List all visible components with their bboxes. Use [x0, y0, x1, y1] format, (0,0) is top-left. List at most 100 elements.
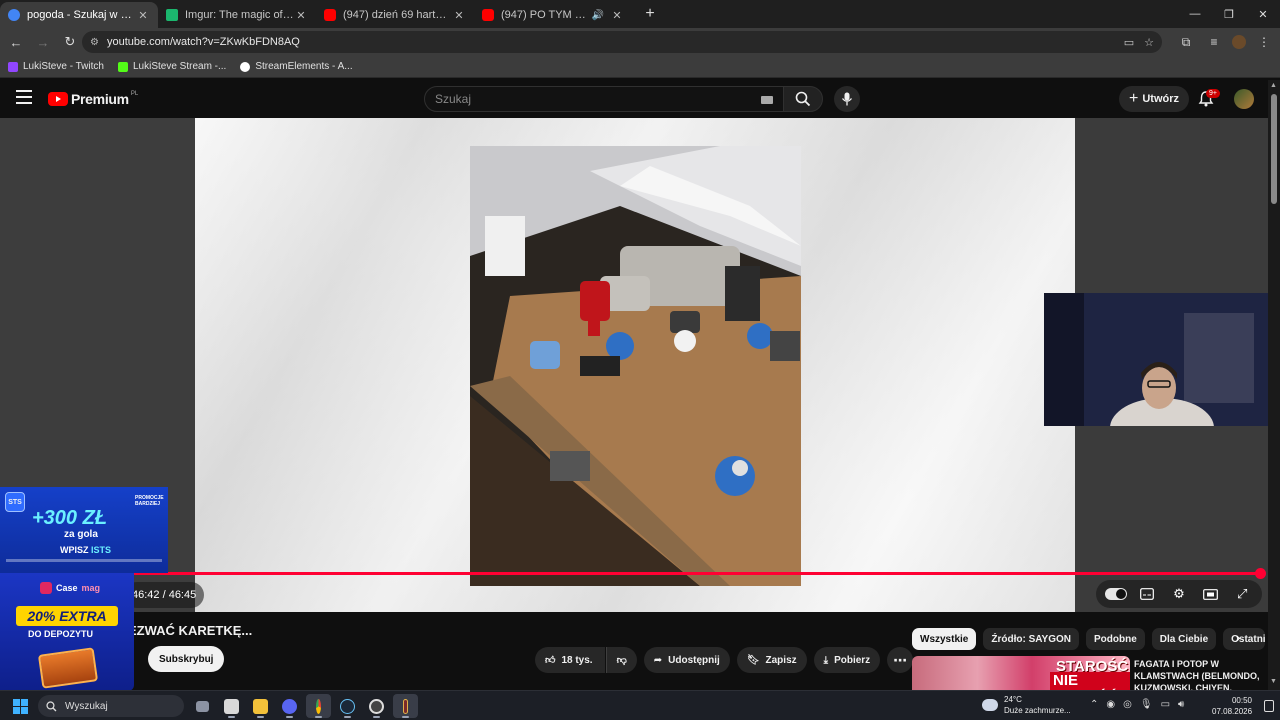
close-tab-icon[interactable]: ✕: [136, 9, 150, 22]
chip-all[interactable]: Wszystkie: [912, 628, 977, 650]
thumbs-up-icon: 👍︎: [545, 655, 556, 666]
video-player[interactable]: 46:42 / 46:45 ⚙ ⤢: [0, 118, 1280, 612]
hamburger-menu-icon[interactable]: [16, 90, 32, 104]
share-label: Udostępnij: [668, 654, 720, 666]
discord-icon[interactable]: [277, 694, 302, 718]
chip-recent[interactable]: Ostatni: [1223, 628, 1266, 650]
address-bar[interactable]: ⚙ youtube.com/watch?v=ZKwKbFDN8AQ ▭ ☆: [82, 31, 1162, 53]
volume-icon[interactable]: 🔊︎: [1178, 699, 1184, 710]
chip-for-you[interactable]: Dla Ciebie: [1151, 628, 1217, 650]
profile-avatar[interactable]: [1232, 35, 1246, 49]
twitch-icon: [8, 61, 18, 72]
dislike-button[interactable]: 👎︎: [605, 647, 637, 673]
weather-widget[interactable]: 24°C Duże zachmurze...: [982, 694, 1071, 716]
imgur-icon: [166, 9, 178, 21]
streamelements-icon: [240, 61, 251, 72]
search-placeholder: Szukaj: [435, 92, 472, 106]
like-button[interactable]: 👍︎ 18 tys.: [535, 647, 605, 673]
sts-logo: STS: [5, 492, 25, 512]
close-window-icon[interactable]: ✕: [1246, 0, 1280, 28]
page-scrollbar[interactable]: ▲ ▼: [1268, 80, 1280, 690]
time-display: 46:42 / 46:45: [124, 582, 205, 608]
tab-imgur[interactable]: Imgur: The magic of the Internet ✕: [158, 2, 316, 28]
menu-icon[interactable]: ⋮: [1254, 32, 1274, 52]
maximize-icon[interactable]: ❐: [1212, 0, 1246, 28]
search-button[interactable]: [783, 86, 823, 112]
network-icon[interactable]: ▭: [1161, 699, 1170, 710]
chevron-up-icon[interactable]: ⌃: [1090, 699, 1098, 710]
reload-icon[interactable]: ↻: [58, 30, 82, 54]
search-input[interactable]: Szukaj: [424, 86, 784, 112]
game-icon[interactable]: [393, 694, 418, 718]
youtube-icon: [324, 9, 336, 21]
steam-tray-icon[interactable]: ◎: [1123, 699, 1132, 710]
fullscreen-icon[interactable]: ⤢: [1231, 583, 1253, 605]
new-tab-button[interactable]: +: [638, 2, 662, 26]
forward-icon[interactable]: →: [31, 30, 55, 54]
subtitles-icon[interactable]: [1136, 583, 1158, 605]
progress-scrubber[interactable]: [1254, 568, 1266, 579]
extensions-icon[interactable]: ⧉: [1176, 32, 1196, 52]
recommended-video-thumbnail[interactable]: STAROŚĆ NIE RADOŚĆ: [912, 656, 1130, 690]
bookmark-star-icon[interactable]: ☆: [1144, 36, 1154, 49]
task-view-icon[interactable]: [190, 694, 215, 718]
speaker-icon[interactable]: 🔊: [592, 10, 604, 21]
voice-search-button[interactable]: [834, 86, 860, 112]
close-tab-icon[interactable]: ✕: [610, 9, 624, 22]
obs-icon[interactable]: [364, 694, 389, 718]
chrome-icon[interactable]: [306, 694, 331, 718]
chip-source[interactable]: Źródło: SAYGON: [983, 628, 1079, 650]
scrollbar-thumb[interactable]: [1271, 94, 1277, 204]
tab-youtube-1[interactable]: (947) dzień 69 hartowania gaz ✕: [316, 2, 474, 28]
cast-icon[interactable]: ▭: [1124, 36, 1134, 49]
media-control-icon[interactable]: ≡: [1204, 32, 1224, 52]
progress-bar[interactable]: [0, 568, 1266, 579]
bookmark-streamelements[interactable]: StreamElements - A...: [240, 61, 353, 72]
more-actions-button[interactable]: ⋯: [887, 647, 914, 673]
app-icon-editor[interactable]: [219, 694, 244, 718]
steam-icon[interactable]: [335, 694, 360, 718]
browser-toolbar: ← → ↻ ⚙ youtube.com/watch?v=ZKwKbFDN8AQ …: [0, 28, 1280, 56]
weather-desc: Duże zachmurze...: [1004, 706, 1071, 715]
close-tab-icon[interactable]: ✕: [294, 9, 308, 22]
bookmark-label: LukiSteve - Twitch: [23, 61, 104, 72]
create-button[interactable]: + Utwórz: [1119, 86, 1190, 112]
chevron-right-icon[interactable]: ›: [1236, 630, 1240, 645]
tab-youtube-2[interactable]: (947) PO TYM MUSIELI WEZWAĆ 🔊 ✕: [474, 2, 632, 28]
microphone-tray-icon[interactable]: 🎙︎: [1140, 699, 1153, 710]
youtube-icon: [482, 9, 494, 21]
player-controls-right: ⚙ ⤢: [1096, 580, 1262, 608]
keyboard-icon[interactable]: [761, 96, 773, 104]
scroll-up-icon[interactable]: ▲: [1270, 82, 1277, 89]
close-tab-icon[interactable]: ✕: [452, 9, 466, 22]
save-button[interactable]: 🔖︎ Zapisz: [736, 647, 807, 673]
logo-region: PL: [130, 91, 139, 97]
settings-gear-icon[interactable]: ⚙: [1168, 583, 1190, 605]
notification-center-icon[interactable]: [1264, 700, 1274, 712]
bookmark-kick[interactable]: LukiSteve Stream -...: [117, 61, 226, 72]
cloudy-weather-icon: [982, 699, 998, 711]
tab-google[interactable]: pogoda - Szukaj w Google ✕: [0, 2, 158, 28]
minimize-icon[interactable]: —: [1178, 0, 1212, 28]
file-explorer-icon[interactable]: [248, 694, 273, 718]
theater-mode-icon[interactable]: [1200, 583, 1222, 605]
youtube-play-icon: [48, 92, 68, 106]
chip-related[interactable]: Podobne: [1086, 628, 1145, 650]
youtube-logo[interactable]: Premium PL: [48, 91, 138, 107]
back-icon[interactable]: ←: [4, 30, 28, 54]
plus-icon: +: [1129, 90, 1139, 107]
bookmark-twitch[interactable]: LukiSteve - Twitch: [8, 61, 104, 72]
taskbar-search[interactable]: Wyszukaj: [38, 695, 184, 717]
subscribe-button[interactable]: Subskrybuj: [148, 646, 225, 672]
autoplay-toggle[interactable]: [1104, 588, 1127, 600]
windows-start-icon[interactable]: [13, 699, 28, 714]
scroll-down-icon[interactable]: ▼: [1270, 678, 1277, 685]
site-info-icon[interactable]: ⚙: [90, 37, 99, 48]
taskbar-clock[interactable]: 00:50 07.08.2026: [1212, 695, 1252, 717]
share-button[interactable]: ➦ Udostępnij: [643, 647, 730, 673]
discord-tray-icon[interactable]: ◉: [1106, 699, 1115, 710]
account-avatar[interactable]: [1234, 89, 1254, 109]
download-button[interactable]: ⤓ Pobierz: [813, 647, 881, 673]
ad-code-prefix: WPISZ: [60, 545, 89, 555]
webcam-scene: [1044, 293, 1280, 426]
